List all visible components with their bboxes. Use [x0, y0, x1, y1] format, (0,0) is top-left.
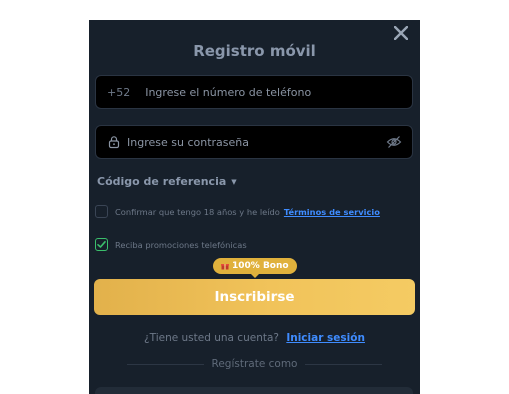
register-button[interactable]: Inscribirse	[94, 279, 415, 315]
eye-off-icon[interactable]	[386, 134, 402, 150]
login-link[interactable]: Iniciar sesión	[286, 332, 365, 344]
divider-line-right	[305, 363, 382, 365]
referral-code-toggle[interactable]: Código de referencia ▼	[97, 175, 237, 188]
lock-icon	[107, 135, 121, 149]
phone-input[interactable]	[145, 85, 412, 99]
registration-modal: Registro móvil +52 Código de referencia …	[89, 20, 420, 394]
existing-account-prompt: ¿Tiene usted una cuenta? Iniciar sesión	[89, 332, 420, 344]
bonus-badge: 100% Bono	[213, 258, 297, 278]
promo-consent-row: Reciba promociones telefónicas	[95, 238, 247, 251]
age-confirmation-label: Confirmar que tengo 18 años y he leído	[115, 206, 280, 217]
phone-field[interactable]: +52	[95, 75, 413, 109]
register-as-label: Regístrate como	[211, 358, 298, 370]
checkmark-icon	[97, 241, 106, 248]
gift-icon	[221, 262, 229, 270]
close-icon[interactable]	[390, 22, 412, 44]
age-confirmation-row: Confirmar que tengo 18 años y he leído T…	[95, 205, 380, 218]
bonus-label: 100% Bono	[232, 261, 289, 271]
register-as-divider: Regístrate como	[127, 358, 382, 370]
social-register-option[interactable]	[95, 387, 413, 394]
caret-down-icon: ▼	[231, 177, 237, 186]
terms-of-service-link[interactable]: Términos de servicio	[284, 207, 380, 217]
referral-label: Código de referencia	[97, 175, 227, 188]
promo-checkbox[interactable]	[95, 238, 108, 251]
country-code-prefix[interactable]: +52	[107, 86, 130, 99]
promo-consent-label: Reciba promociones telefónicas	[115, 239, 247, 250]
password-field[interactable]	[95, 125, 413, 159]
account-question: ¿Tiene usted una cuenta?	[144, 332, 279, 344]
bonus-pointer	[250, 274, 259, 278]
age-checkbox[interactable]	[95, 205, 108, 218]
modal-title: Registro móvil	[193, 42, 316, 60]
divider-line-left	[127, 363, 204, 365]
password-input[interactable]	[127, 135, 386, 149]
